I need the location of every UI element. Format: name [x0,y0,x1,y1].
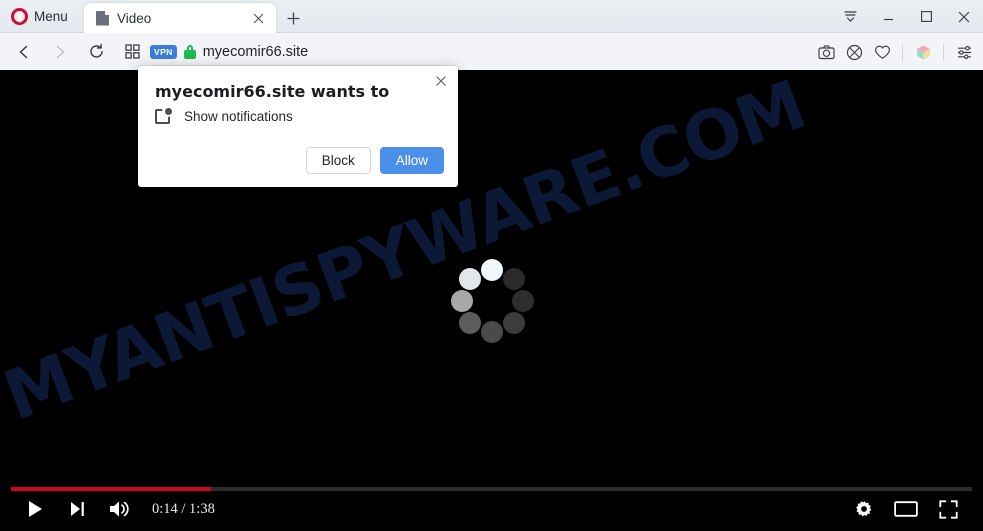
heart-icon[interactable] [869,38,895,66]
vpn-badge[interactable]: VPN [150,45,177,59]
url-text: myecomir66.site [202,44,309,60]
tab-strip: Menu Video [0,0,983,33]
miniplayer-rectangle-icon[interactable] [885,497,927,521]
play-triangle-icon[interactable] [14,497,56,521]
maximize-square-icon[interactable] [907,0,945,33]
browser-toolbar-right [813,37,977,67]
chevron-left-icon[interactable] [8,37,40,67]
dialog-title: myecomir66.site wants to [155,82,390,101]
player-controls-left: 0:14 / 1:38 [14,497,215,521]
grid-four-squares-icon[interactable] [116,37,148,67]
new-tab-button[interactable] [281,6,305,30]
sliders-settings-icon[interactable] [951,38,977,66]
speaker-volume-icon[interactable] [98,497,140,521]
close-x-icon[interactable] [945,0,983,33]
address-bar[interactable]: VPN myecomir66.site [150,39,308,65]
allow-button[interactable]: Allow [379,147,444,174]
menu-label: Menu [34,9,68,24]
navigation-toolbar: VPN myecomir66.site [0,33,983,70]
opera-logo-icon [11,8,28,25]
tab-title: Video [117,10,152,26]
player-controls-right [843,497,969,521]
window-controls [831,0,983,33]
permission-row: Show notifications [155,108,293,125]
reload-circular-arrow-icon[interactable] [80,37,112,67]
green-padlock-icon[interactable] [183,45,196,59]
time-display: 0:14 / 1:38 [152,500,215,517]
shield-blocked-icon[interactable] [841,38,867,66]
toolbar-divider [902,43,903,61]
gear-icon[interactable] [843,497,885,521]
block-button[interactable]: Block [305,147,371,174]
opera-menu-button[interactable]: Menu [6,3,77,30]
tab-video[interactable]: Video [84,3,276,33]
notification-bell-badge-icon [155,108,172,125]
minimize-icon[interactable] [869,0,907,33]
permission-label: Show notifications [184,109,293,124]
video-controls-bar: 0:14 / 1:38 [0,485,983,531]
toolbar-divider [943,43,944,61]
browser-window: Menu Video VPN myecomir66.site MYANTISPY… [0,0,983,531]
tab-list-chevron-icon[interactable] [831,0,869,33]
camera-icon[interactable] [813,38,839,66]
fullscreen-corners-icon[interactable] [927,497,969,521]
circular-dots-spinner-icon [451,259,535,343]
close-icon[interactable] [431,71,451,91]
close-icon[interactable] [248,8,268,28]
progress-bar-track[interactable] [11,487,972,491]
notification-permission-dialog: myecomir66.site wants to Show notificati… [138,66,458,187]
dialog-buttons: Block Allow [305,147,444,174]
progress-bar-fill [11,487,211,491]
page-document-icon [96,11,109,26]
next-track-icon[interactable] [56,497,98,521]
colored-cube-icon[interactable] [910,38,936,66]
chevron-right-icon[interactable] [44,37,76,67]
